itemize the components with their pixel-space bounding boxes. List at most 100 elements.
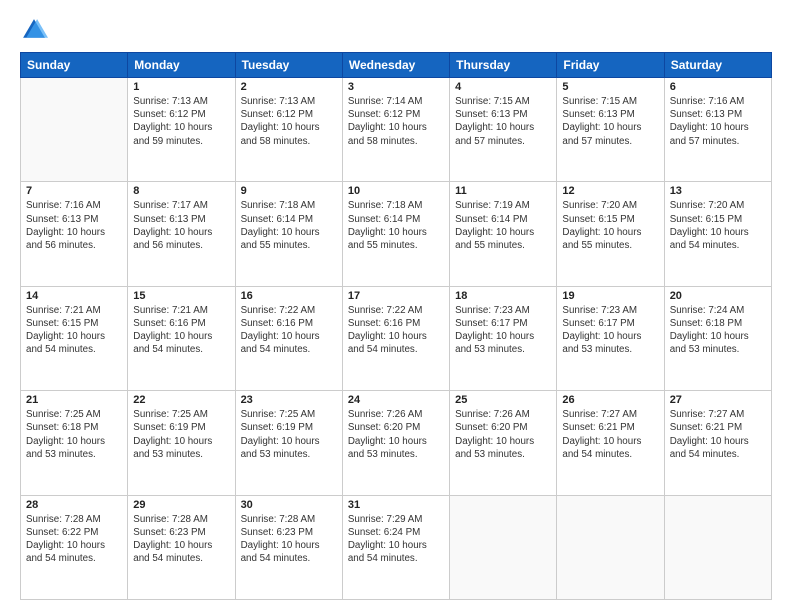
day-info: Sunrise: 7:25 AMSunset: 6:19 PMDaylight:… xyxy=(133,408,229,461)
calendar-cell: 28Sunrise: 7:28 AMSunset: 6:22 PMDayligh… xyxy=(21,495,128,599)
day-info: Sunrise: 7:26 AMSunset: 6:20 PMDaylight:… xyxy=(348,408,444,461)
day-number: 19 xyxy=(562,290,658,302)
day-info: Sunrise: 7:21 AMSunset: 6:16 PMDaylight:… xyxy=(133,304,229,357)
calendar-cell: 31 Sunrise: 7:29 AMSunset: 6:24 PMDayligh… xyxy=(342,495,449,599)
day-info: Sunrise: 7:13 AMSunset: 6:12 PMDaylight:… xyxy=(133,95,229,148)
day-info: Sunrise: 7:27 AMSunset: 6:21 PMDaylight:… xyxy=(562,408,658,461)
day-number: 29 xyxy=(133,499,229,511)
weekday-header: Tuesday xyxy=(235,53,342,78)
calendar: SundayMondayTuesdayWednesdayThursdayFrid… xyxy=(20,52,772,600)
day-info: Sunrise: 7:16 AMSunset: 6:13 PMDaylight:… xyxy=(26,199,122,252)
day-number: 17 xyxy=(348,290,444,302)
day-info: Sunrise: 7:18 AMSunset: 6:14 PMDaylight:… xyxy=(348,199,444,252)
day-info: Sunrise: 7:14 AMSunset: 6:12 PMDaylight:… xyxy=(348,95,444,148)
day-number: 31 xyxy=(348,499,444,511)
calendar-cell: 26 Sunrise: 7:27 AMSunset: 6:21 PMDayligh… xyxy=(557,391,664,495)
day-number: 2 xyxy=(241,81,337,93)
day-info: Sunrise: 7:28 AMSunset: 6:23 PMDaylight:… xyxy=(133,513,229,566)
calendar-cell: 30Sunrise: 7:28 AMSunset: 6:23 PMDayligh… xyxy=(235,495,342,599)
calendar-cell: 11 Sunrise: 7:19 AMSunset: 6:14 PMDayligh… xyxy=(450,182,557,286)
day-info: Sunrise: 7:28 AMSunset: 6:22 PMDaylight:… xyxy=(26,513,122,566)
day-number: 22 xyxy=(133,394,229,406)
weekday-header: Thursday xyxy=(450,53,557,78)
calendar-cell: 2 Sunrise: 7:13 AMSunset: 6:12 PMDaylight… xyxy=(235,78,342,182)
day-info: Sunrise: 7:29 AMSunset: 6:24 PMDaylight:… xyxy=(348,513,444,566)
day-number: 26 xyxy=(562,394,658,406)
calendar-cell: 9 Sunrise: 7:18 AMSunset: 6:14 PMDaylight… xyxy=(235,182,342,286)
calendar-cell: 8 Sunrise: 7:17 AMSunset: 6:13 PMDaylight… xyxy=(128,182,235,286)
day-number: 1 xyxy=(133,81,229,93)
day-number: 4 xyxy=(455,81,551,93)
day-number: 3 xyxy=(348,81,444,93)
logo-icon xyxy=(20,16,48,44)
day-number: 7 xyxy=(26,185,122,197)
calendar-cell: 20 Sunrise: 7:24 AMSunset: 6:18 PMDayligh… xyxy=(664,286,771,390)
day-info: Sunrise: 7:26 AMSunset: 6:20 PMDaylight:… xyxy=(455,408,551,461)
day-info: Sunrise: 7:13 AMSunset: 6:12 PMDaylight:… xyxy=(241,95,337,148)
day-info: Sunrise: 7:27 AMSunset: 6:21 PMDaylight:… xyxy=(670,408,766,461)
day-number: 16 xyxy=(241,290,337,302)
calendar-cell: 18 Sunrise: 7:23 AMSunset: 6:17 PMDayligh… xyxy=(450,286,557,390)
day-number: 14 xyxy=(26,290,122,302)
day-number: 20 xyxy=(670,290,766,302)
calendar-cell: 7 Sunrise: 7:16 AMSunset: 6:13 PMDaylight… xyxy=(21,182,128,286)
weekday-header: Saturday xyxy=(664,53,771,78)
day-info: Sunrise: 7:23 AMSunset: 6:17 PMDaylight:… xyxy=(562,304,658,357)
calendar-cell: 16Sunrise: 7:22 AMSunset: 6:16 PMDayligh… xyxy=(235,286,342,390)
logo xyxy=(20,16,52,44)
day-number: 6 xyxy=(670,81,766,93)
calendar-cell xyxy=(450,495,557,599)
calendar-week-row: 1 Sunrise: 7:13 AMSunset: 6:12 PMDaylight… xyxy=(21,78,772,182)
day-number: 12 xyxy=(562,185,658,197)
day-number: 25 xyxy=(455,394,551,406)
calendar-cell: 5 Sunrise: 7:15 AMSunset: 6:13 PMDaylight… xyxy=(557,78,664,182)
calendar-cell: 13Sunrise: 7:20 AMSunset: 6:15 PMDayligh… xyxy=(664,182,771,286)
day-number: 5 xyxy=(562,81,658,93)
calendar-cell: 27 Sunrise: 7:27 AMSunset: 6:21 PMDayligh… xyxy=(664,391,771,495)
calendar-cell: 17Sunrise: 7:22 AMSunset: 6:16 PMDayligh… xyxy=(342,286,449,390)
calendar-cell: 21Sunrise: 7:25 AMSunset: 6:18 PMDayligh… xyxy=(21,391,128,495)
calendar-week-row: 21Sunrise: 7:25 AMSunset: 6:18 PMDayligh… xyxy=(21,391,772,495)
day-info: Sunrise: 7:24 AMSunset: 6:18 PMDaylight:… xyxy=(670,304,766,357)
weekday-header: Friday xyxy=(557,53,664,78)
calendar-cell: 1 Sunrise: 7:13 AMSunset: 6:12 PMDaylight… xyxy=(128,78,235,182)
day-number: 8 xyxy=(133,185,229,197)
calendar-cell: 15 Sunrise: 7:21 AMSunset: 6:16 PMDayligh… xyxy=(128,286,235,390)
day-info: Sunrise: 7:23 AMSunset: 6:17 PMDaylight:… xyxy=(455,304,551,357)
calendar-cell: 10 Sunrise: 7:18 AMSunset: 6:14 PMDayligh… xyxy=(342,182,449,286)
day-number: 23 xyxy=(241,394,337,406)
calendar-cell: 23Sunrise: 7:25 AMSunset: 6:19 PMDayligh… xyxy=(235,391,342,495)
day-number: 11 xyxy=(455,185,551,197)
calendar-cell xyxy=(664,495,771,599)
calendar-cell: 3 Sunrise: 7:14 AMSunset: 6:12 PMDaylight… xyxy=(342,78,449,182)
calendar-week-row: 14 Sunrise: 7:21 AMSunset: 6:15 PMDayligh… xyxy=(21,286,772,390)
calendar-cell xyxy=(21,78,128,182)
day-number: 27 xyxy=(670,394,766,406)
calendar-cell xyxy=(557,495,664,599)
day-number: 18 xyxy=(455,290,551,302)
weekday-header: Wednesday xyxy=(342,53,449,78)
day-number: 15 xyxy=(133,290,229,302)
calendar-cell: 4Sunrise: 7:15 AMSunset: 6:13 PMDaylight… xyxy=(450,78,557,182)
header xyxy=(20,16,772,44)
calendar-cell: 22 Sunrise: 7:25 AMSunset: 6:19 PMDayligh… xyxy=(128,391,235,495)
calendar-week-row: 7 Sunrise: 7:16 AMSunset: 6:13 PMDaylight… xyxy=(21,182,772,286)
day-info: Sunrise: 7:18 AMSunset: 6:14 PMDaylight:… xyxy=(241,199,337,252)
calendar-cell: 25 Sunrise: 7:26 AMSunset: 6:20 PMDayligh… xyxy=(450,391,557,495)
calendar-header-row: SundayMondayTuesdayWednesdayThursdayFrid… xyxy=(21,53,772,78)
day-number: 13 xyxy=(670,185,766,197)
day-info: Sunrise: 7:19 AMSunset: 6:14 PMDaylight:… xyxy=(455,199,551,252)
day-info: Sunrise: 7:25 AMSunset: 6:18 PMDaylight:… xyxy=(26,408,122,461)
day-number: 9 xyxy=(241,185,337,197)
day-number: 10 xyxy=(348,185,444,197)
weekday-header: Sunday xyxy=(21,53,128,78)
day-number: 24 xyxy=(348,394,444,406)
day-info: Sunrise: 7:15 AMSunset: 6:13 PMDaylight:… xyxy=(562,95,658,148)
day-info: Sunrise: 7:16 AMSunset: 6:13 PMDaylight:… xyxy=(670,95,766,148)
calendar-cell: 29 Sunrise: 7:28 AMSunset: 6:23 PMDayligh… xyxy=(128,495,235,599)
day-info: Sunrise: 7:21 AMSunset: 6:15 PMDaylight:… xyxy=(26,304,122,357)
calendar-cell: 6 Sunrise: 7:16 AMSunset: 6:13 PMDaylight… xyxy=(664,78,771,182)
calendar-week-row: 28Sunrise: 7:28 AMSunset: 6:22 PMDayligh… xyxy=(21,495,772,599)
day-info: Sunrise: 7:17 AMSunset: 6:13 PMDaylight:… xyxy=(133,199,229,252)
calendar-cell: 12Sunrise: 7:20 AMSunset: 6:15 PMDayligh… xyxy=(557,182,664,286)
